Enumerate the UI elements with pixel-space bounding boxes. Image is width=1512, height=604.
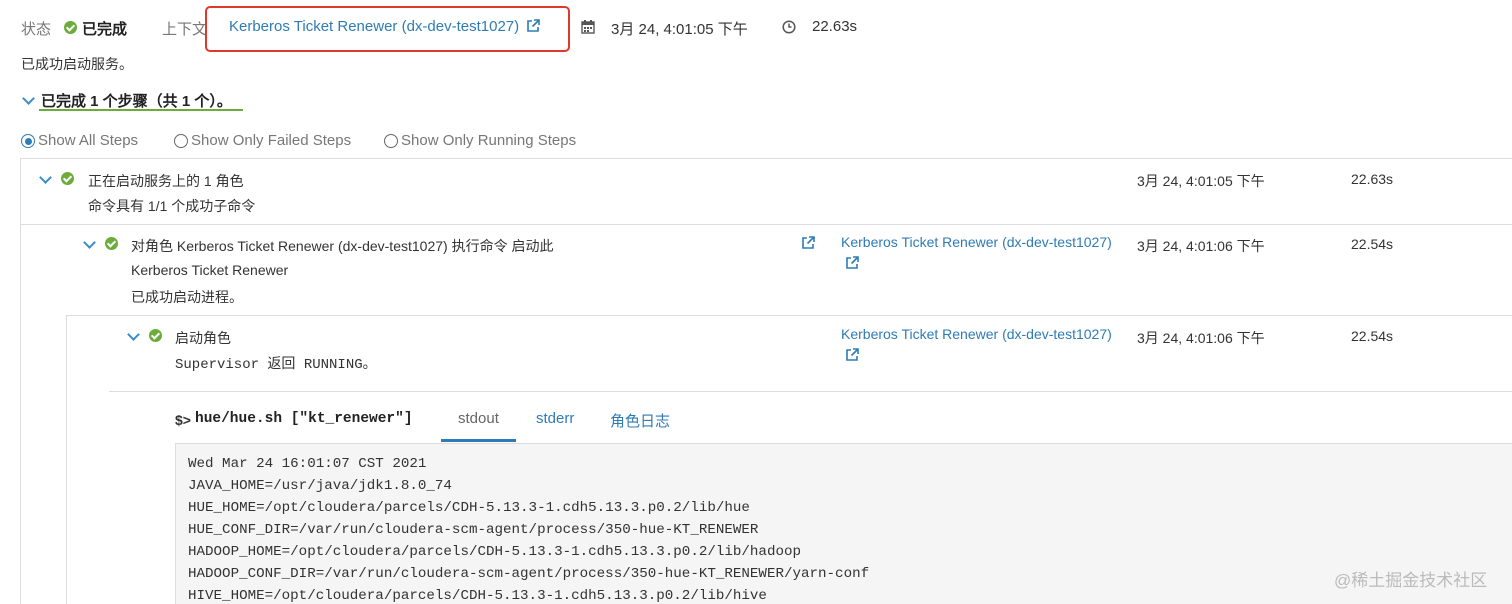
context-label: 上下文 [162,21,208,38]
tab-stdout[interactable]: stdout [458,410,499,427]
watermark: @稀土掘金技术社区 [1334,571,1488,590]
row-divider [66,315,1512,316]
radio-show-all[interactable] [21,134,35,148]
header-duration: 22.63s [812,18,858,35]
filter-all-label[interactable]: Show All Steps [38,132,138,149]
stdout-line: JAVA_HOME=/usr/java/jdk1.8.0_74 [188,478,452,494]
summary-underline [39,109,243,111]
command-prompt: $> [175,412,191,428]
stdout-line: HUE_HOME=/opt/cloudera/parcels/CDH-5.13.… [188,500,750,516]
chevron-down-icon[interactable] [39,171,52,184]
stdout-line: Wed Mar 24 16:01:07 CST 2021 [188,456,427,472]
success-check-icon [149,329,162,342]
row-subtitle: 命令具有 1/1 个成功子命令 [88,198,256,214]
external-link-icon[interactable] [801,236,815,250]
filter-failed-label[interactable]: Show Only Failed Steps [191,132,351,149]
radio-show-failed[interactable] [174,134,188,148]
status-value: 已完成 [82,21,128,38]
chevron-down-icon[interactable] [127,328,140,341]
stdout-line: HADOOP_HOME=/opt/cloudera/parcels/CDH-5.… [188,544,801,560]
stdout-line: HADOOP_CONF_DIR=/var/run/cloudera-scm-ag… [188,566,870,582]
row-divider [109,391,1512,392]
row-context-link[interactable]: Kerberos Ticket Renewer (dx-dev-test1027… [841,326,1112,342]
external-link-icon[interactable] [845,348,859,362]
chevron-down-icon[interactable] [22,92,35,105]
external-link-icon[interactable] [845,256,859,270]
command-text: hue/hue.sh ["kt_renewer"] [195,411,413,427]
row-indent-border [66,315,67,604]
table-top-border [20,158,1512,159]
row-subtitle: Supervisor 返回 RUNNING。 [175,357,377,373]
clock-icon [782,20,796,34]
filter-running-label[interactable]: Show Only Running Steps [401,132,576,149]
stdout-line: HUE_CONF_DIR=/var/run/cloudera-scm-agent… [188,522,759,538]
tab-stderr[interactable]: stderr [536,410,574,427]
row-subtitle: 已成功启动进程。 [131,289,243,305]
row-duration: 22.63s [1351,171,1394,187]
row-title: 对角色 Kerberos Ticket Renewer (dx-dev-test… [131,238,554,254]
steps-summary[interactable]: 已完成 1 个步骤（共 1 个）。 [41,90,232,111]
header-datetime: 3月 24, 4:01:05 下午 [611,21,748,38]
header-message: 已成功启动服务。 [21,56,133,72]
success-check-icon [64,21,77,34]
tab-role-log[interactable]: 角色日志 [610,410,670,431]
row-context-link[interactable]: Kerberos Ticket Renewer (dx-dev-test1027… [841,234,1112,250]
success-check-icon [61,172,74,185]
status-label: 状态 [21,21,52,38]
row-duration: 22.54s [1351,236,1394,252]
row-duration: 22.54s [1351,328,1394,344]
calendar-icon [581,20,595,34]
stdout-line: HIVE_HOME=/opt/cloudera/parcels/CDH-5.13… [188,588,767,604]
radio-show-running[interactable] [384,134,398,148]
row-title: 启动角色 [175,330,231,346]
row-datetime: 3月 24, 4:01:05 下午 [1137,173,1265,189]
context-highlight-box [205,6,570,52]
chevron-down-icon[interactable] [83,236,96,249]
row-title: 正在启动服务上的 1 角色 [88,173,244,189]
row-datetime: 3月 24, 4:01:06 下午 [1137,238,1265,254]
row-divider [20,224,1512,225]
success-check-icon [105,237,118,250]
active-tab-indicator [441,439,516,442]
row-datetime: 3月 24, 4:01:06 下午 [1137,330,1265,346]
stdout-panel[interactable]: Wed Mar 24 16:01:07 CST 2021 JAVA_HOME=/… [175,443,1512,604]
row-title-continued: Kerberos Ticket Renewer [131,262,289,278]
